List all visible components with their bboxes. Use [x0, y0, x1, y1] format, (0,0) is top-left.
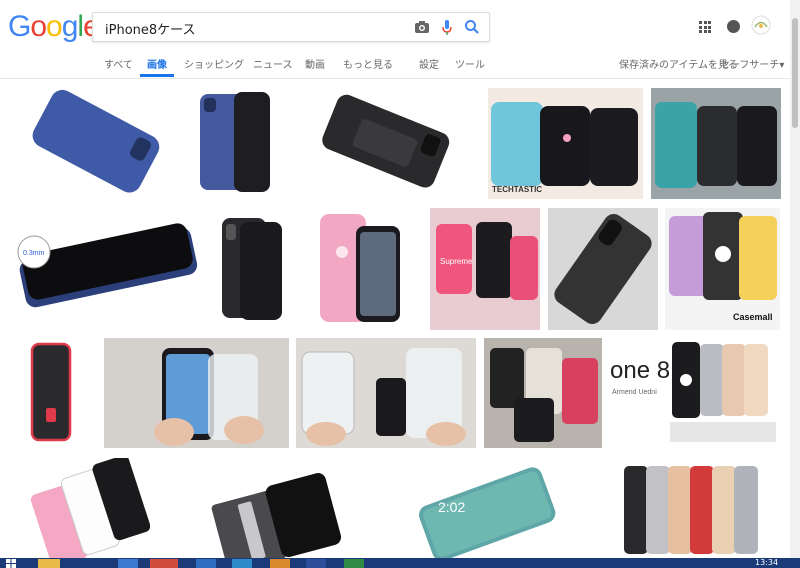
search-tabs: すべて 画像 ショッピング ニュース 動画 もっと見る 設定 ツール 保存済みの…	[0, 54, 790, 78]
image-result[interactable]	[302, 208, 407, 330]
svg-text:0.3mm: 0.3mm	[23, 250, 45, 257]
image-result[interactable]: TECHTASTIC	[488, 88, 643, 199]
image-result[interactable]	[205, 458, 355, 558]
image-result[interactable]	[484, 338, 602, 448]
tab-all[interactable]: すべて	[104, 56, 133, 71]
thumb-caption: one 8	[610, 357, 670, 384]
search-input[interactable]: iPhone8ケース	[105, 19, 196, 38]
file-explorer-icon[interactable]	[38, 559, 60, 568]
image-result[interactable]	[10, 338, 90, 448]
image-result[interactable]: Supreme	[430, 208, 540, 330]
image-result[interactable]	[548, 208, 658, 330]
account-icon[interactable]	[727, 20, 740, 33]
tab-news[interactable]: ニュース	[253, 56, 293, 71]
thumb-caption: TECHTASTIC	[492, 185, 542, 194]
tab-more[interactable]: もっと見る	[343, 56, 393, 71]
image-result[interactable]	[610, 458, 780, 558]
camera-icon[interactable]	[413, 18, 431, 36]
tab-videos[interactable]: 動画	[305, 56, 325, 71]
thumb-caption: Casemall	[733, 312, 773, 322]
apps-grid-icon[interactable]	[699, 21, 711, 33]
image-result[interactable]	[208, 208, 294, 330]
thumb-caption: 2:02	[438, 499, 465, 515]
image-result[interactable]	[104, 338, 289, 448]
active-tab-indicator	[140, 74, 174, 77]
microphone-icon[interactable]	[438, 18, 456, 36]
image-result[interactable]	[300, 88, 470, 199]
image-result[interactable]	[296, 338, 476, 448]
excel-icon[interactable]	[344, 559, 364, 568]
header: Google iPhone8ケース すべて 画像 ショッピング ニュース 動画 …	[0, 0, 790, 79]
image-result[interactable]: Casemall	[665, 208, 780, 330]
photoshop-icon[interactable]	[306, 559, 326, 568]
safesearch-menu[interactable]: セーフサーチ▾	[720, 56, 784, 71]
profile-avatar[interactable]	[751, 14, 771, 36]
image-result[interactable]: 2:02	[412, 458, 567, 558]
tab-tools[interactable]: ツール	[455, 56, 485, 71]
search-icon[interactable]	[463, 18, 481, 36]
image-result[interactable]	[651, 88, 781, 199]
tab-settings[interactable]: 設定	[419, 56, 439, 71]
windows-start-icon[interactable]	[6, 559, 16, 568]
windows-taskbar: 13:34	[0, 558, 800, 568]
thumb-caption: Supreme	[440, 257, 473, 266]
image-results-grid: TECHTASTIC 0.3mm Supreme Casemall one 8 …	[0, 78, 790, 558]
search-box[interactable]: iPhone8ケース	[92, 12, 490, 42]
chrome-icon[interactable]	[150, 559, 178, 568]
google-logo[interactable]: Google	[8, 11, 100, 43]
image-result[interactable]	[192, 88, 277, 199]
taskbar-app-icon[interactable]	[118, 559, 138, 568]
taskbar-app-icon[interactable]	[232, 559, 252, 568]
scrollbar-thumb[interactable]	[792, 18, 798, 128]
image-result[interactable]	[10, 88, 180, 199]
thumb-caption: Armend Uedni	[612, 389, 657, 396]
taskbar-app-icon[interactable]	[270, 559, 290, 568]
tab-images[interactable]: 画像	[147, 56, 167, 71]
taskbar-app-icon[interactable]	[196, 559, 216, 568]
tab-shopping[interactable]: ショッピング	[184, 56, 244, 71]
image-result[interactable]: one 8 Armend Uedni	[610, 338, 780, 448]
image-result[interactable]	[30, 458, 150, 558]
taskbar-clock[interactable]: 13:34	[755, 558, 778, 567]
image-result[interactable]: 0.3mm	[10, 208, 200, 318]
